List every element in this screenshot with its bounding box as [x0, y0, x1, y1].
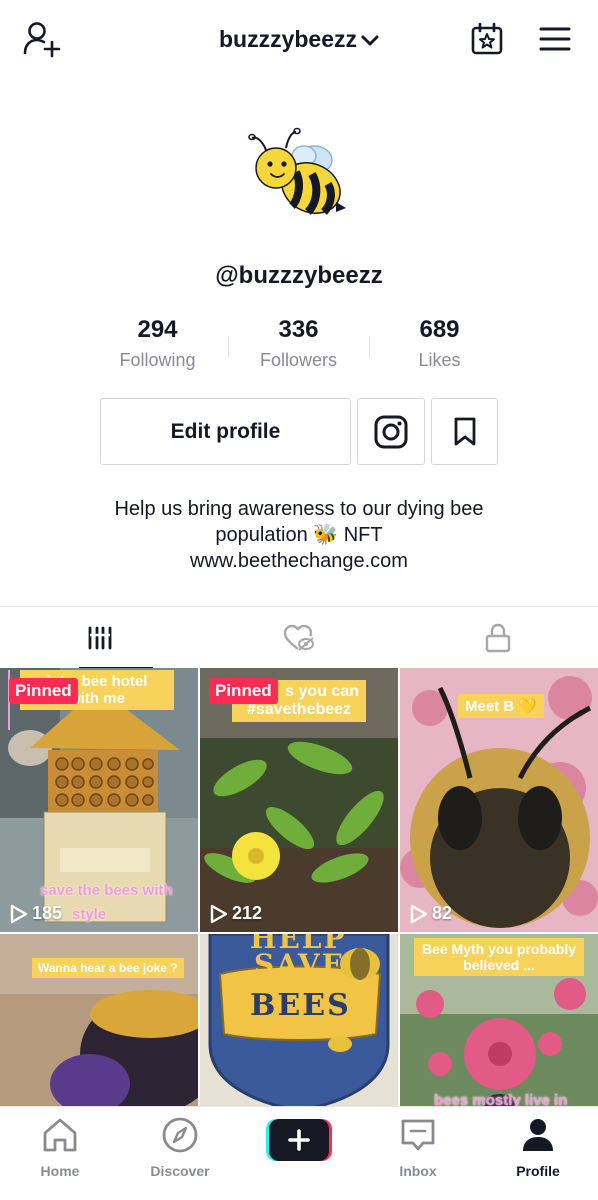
nav-discover[interactable]: Discover [120, 1115, 240, 1179]
poster-text: BEES [250, 988, 351, 1023]
compass-icon [162, 1117, 198, 1153]
caption-line: believed ... [463, 957, 535, 973]
poster-text: SAVE [254, 948, 345, 981]
video-thumbnail[interactable]: Wanna hear a bee joke ? [0, 934, 198, 1106]
video-caption: Meet B 💛 [458, 694, 545, 718]
profile-icon [523, 1119, 553, 1151]
inbox-icon [401, 1119, 435, 1151]
overlay-text: style [72, 906, 107, 923]
profile-bio: Help us bring awareness to our dying bee… [40, 496, 558, 574]
divider [228, 336, 229, 358]
video-caption: Bee Myth you probably believed ... [414, 938, 584, 976]
grid-icon [88, 626, 111, 650]
video-thumbnail[interactable]: Bee Myth you probably believed ... bees … [400, 934, 598, 1106]
username-switcher[interactable]: buzzzybeezz [0, 26, 598, 53]
instagram-button[interactable] [357, 398, 425, 465]
video-grid: int a bee hotel with me Pinned save the … [0, 668, 598, 1106]
bio-link[interactable]: www.beethechange.com [40, 548, 558, 574]
header-username: buzzzybeezz [218, 26, 358, 52]
liked-hidden-icon [283, 624, 314, 651]
stat-value: 689 [419, 316, 460, 343]
play-icon [10, 904, 28, 923]
stat-following[interactable]: 294 Following [87, 316, 228, 376]
nav-inbox[interactable]: Inbox [358, 1115, 478, 1179]
stat-value: 294 [137, 316, 178, 343]
stat-value: 336 [278, 316, 319, 343]
bookmark-button[interactable] [431, 398, 498, 465]
divider [369, 336, 370, 358]
view-count-value: 185 [32, 903, 63, 923]
view-count: 82 [410, 903, 452, 924]
video-caption: Wanna hear a bee joke ? [32, 958, 184, 978]
lock-icon [485, 623, 510, 653]
home-icon [43, 1118, 77, 1152]
tab-videos[interactable] [0, 607, 199, 670]
nav-label: Home [40, 1163, 80, 1179]
tab-liked[interactable] [199, 607, 398, 669]
profile-stats: 294 Following 336 Followers 689 Likes [87, 316, 511, 376]
play-icon [210, 904, 228, 923]
video-thumbnail[interactable]: s you can #savethebeez Pinned 212 [200, 668, 398, 932]
bio-line: population 🐝 NFT [215, 524, 383, 546]
stat-label: Following [119, 350, 196, 370]
edit-profile-button[interactable]: Edit profile [100, 398, 351, 465]
stat-label: Followers [259, 350, 338, 370]
stat-followers[interactable]: 336 Followers [228, 316, 369, 376]
view-count: 212 [210, 903, 262, 924]
bookmark-icon [454, 417, 475, 445]
nav-label: Inbox [399, 1163, 437, 1179]
nav-label: Profile [516, 1163, 560, 1179]
nav-label: Discover [150, 1163, 210, 1179]
stat-label: Likes [418, 350, 461, 370]
video-thumbnail[interactable]: Meet B 💛 82 [400, 668, 598, 932]
avatar[interactable] [244, 122, 354, 222]
video-thumbnail[interactable]: HELP SAVE BEES [200, 934, 398, 1106]
caption-line: Bee Myth you probably [421, 941, 577, 957]
pinned-badge: Pinned [209, 678, 278, 704]
top-bar: buzzzybeezz [0, 0, 598, 80]
nav-home[interactable]: Home [0, 1115, 120, 1179]
video-thumbnail[interactable]: int a bee hotel with me Pinned save the … [0, 668, 198, 932]
nav-profile[interactable]: Profile [478, 1115, 598, 1179]
hamburger-menu-icon[interactable] [538, 24, 572, 54]
stat-likes[interactable]: 689 Likes [369, 316, 510, 376]
play-icon [410, 904, 428, 923]
profile-tabs [0, 606, 598, 670]
bio-line: Help us bring awareness to our dying bee [114, 498, 484, 520]
create-plus-icon[interactable] [266, 1119, 332, 1161]
bottom-navigation: Home Discover Inbox Profile [0, 1106, 598, 1200]
instagram-icon [374, 415, 408, 448]
calendar-star-icon[interactable] [470, 22, 504, 56]
view-count-value: 212 [232, 903, 263, 923]
profile-handle: @buzzzybeezz [215, 262, 383, 289]
pinned-badge: Pinned [9, 678, 78, 704]
view-count-value: 82 [432, 903, 453, 923]
overlay-text: save the bees with [40, 882, 173, 899]
overlay-text: bees mostly live in [434, 1092, 568, 1106]
chevron-down-icon [361, 35, 379, 46]
view-count: 185 [10, 903, 62, 924]
tab-private[interactable] [398, 607, 597, 669]
